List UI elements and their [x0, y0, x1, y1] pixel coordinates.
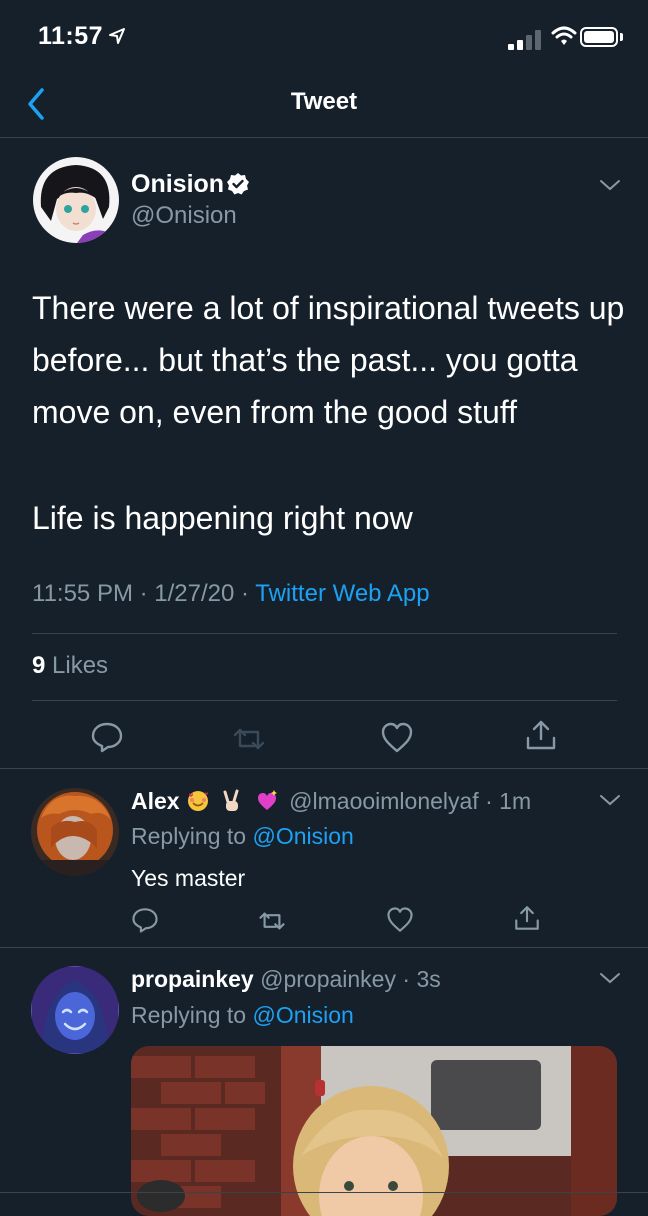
reply-icon[interactable] — [90, 720, 124, 754]
reply-divider — [0, 947, 648, 948]
reply-dot: · — [478, 788, 500, 814]
bottom-divider — [0, 1192, 648, 1193]
tweet-source-link[interactable]: Twitter Web App — [255, 580, 429, 607]
reply-avatar-propainkey[interactable] — [31, 966, 119, 1054]
action-bar-divider — [0, 768, 648, 769]
reply-dot: · — [395, 966, 417, 992]
likes-number: 9 — [32, 652, 46, 679]
meta-sep: · — [234, 580, 256, 607]
replying-to: Replying to @Onision — [131, 823, 354, 850]
reply-reply-icon[interactable] — [131, 906, 159, 934]
reply-header: Alex @lmaooimlonelyaf · 1m — [131, 788, 531, 815]
cellular-signal-icon — [508, 30, 541, 50]
share-icon[interactable] — [524, 718, 558, 752]
meta-sep: · — [132, 580, 155, 607]
reply-author-name[interactable]: Alex — [131, 788, 180, 814]
replying-to-link[interactable]: @Onision — [252, 1002, 353, 1028]
reply-text: Yes master — [131, 865, 246, 891]
status-time: 11:57 — [38, 22, 104, 50]
reply-options-chevron-icon[interactable] — [598, 970, 622, 986]
likes-count[interactable]: 9 Likes — [32, 652, 108, 680]
tweet-time: 11:55 PM — [32, 580, 133, 607]
tweet-text: There were a lot of inspirational tweets… — [32, 290, 625, 430]
retweet-icon[interactable] — [232, 722, 266, 756]
battery-cap — [620, 33, 623, 41]
author-handle[interactable]: @Onision — [131, 202, 237, 230]
likes-label: Likes — [45, 652, 109, 679]
meta-divider — [32, 633, 617, 634]
reply-author-handle[interactable]: @lmaooimlonelyaf — [289, 788, 479, 814]
like-heart-icon[interactable] — [380, 721, 414, 755]
smiling-face-with-hearts-icon — [187, 791, 208, 811]
reply-time: 1m — [499, 788, 532, 814]
sparkling-heart-icon — [257, 790, 277, 810]
reply-media-image[interactable] — [131, 1046, 617, 1216]
battery-icon — [580, 27, 618, 47]
victory-hand-icon — [223, 789, 239, 811]
replying-to: Replying to @Onision — [131, 1002, 354, 1029]
reply-author-handle[interactable]: @propainkey — [260, 966, 396, 992]
tweet-text-2: Life is happening right now — [32, 500, 413, 536]
replying-prefix: Replying to — [131, 1002, 253, 1028]
author-name[interactable]: Onision — [131, 170, 224, 199]
reply-time: 3s — [416, 966, 441, 992]
reply-author-name[interactable]: propainkey — [131, 966, 254, 992]
verified-badge-icon — [227, 173, 249, 195]
location-arrow-icon — [109, 28, 125, 44]
reply-options-chevron-icon[interactable] — [598, 792, 622, 808]
likes-divider — [32, 700, 617, 701]
author-avatar[interactable] — [33, 157, 119, 243]
reply-avatar-alex[interactable] — [31, 788, 119, 876]
tweet-meta: 11:55 PM · 1/27/20 · Twitter Web App — [32, 580, 430, 608]
wifi-icon — [551, 26, 577, 45]
reply-retweet-icon[interactable] — [258, 907, 286, 935]
nav-title: Tweet — [290, 88, 358, 115]
tweet-options-chevron-icon[interactable] — [598, 177, 622, 193]
reply-like-heart-icon[interactable] — [386, 906, 414, 934]
replying-prefix: Replying to — [131, 823, 253, 849]
reply-header: propainkey @propainkey · 3s — [131, 966, 441, 993]
reply-share-icon[interactable] — [513, 904, 541, 932]
replying-to-link[interactable]: @Onision — [252, 823, 353, 849]
nav-divider — [0, 137, 648, 138]
tweet-date: 1/27/20 — [154, 580, 235, 607]
